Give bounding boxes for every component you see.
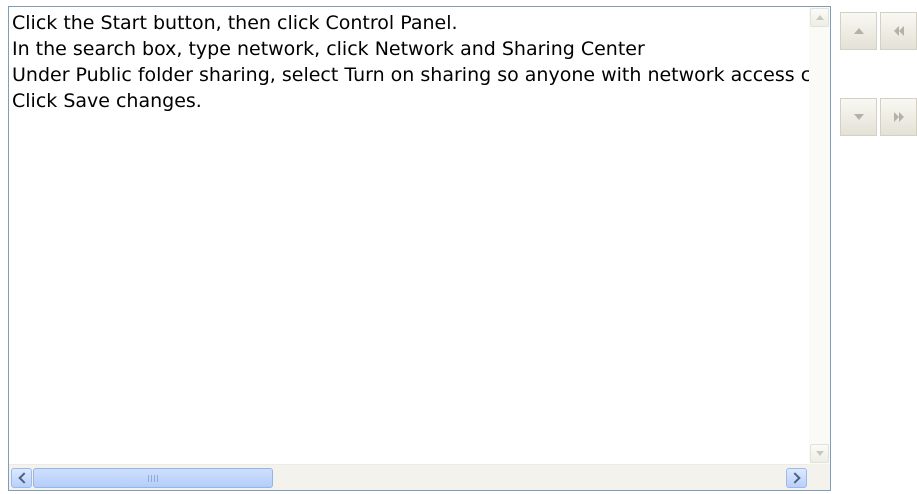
triangle-down-icon — [815, 451, 824, 456]
scrollbar-corner — [809, 464, 830, 490]
chevron-right-icon — [788, 472, 801, 484]
chevron-left-icon — [17, 472, 30, 484]
move-to-bottom-button[interactable] — [880, 98, 917, 136]
list-item[interactable]: Click Save changes. — [9, 88, 809, 114]
steps-list-box[interactable]: Click the Start button, then click Contr… — [8, 6, 831, 491]
triangle-down-icon — [853, 114, 864, 120]
grip-icon — [148, 474, 158, 482]
list-item[interactable]: Click the Start button, then click Contr… — [9, 10, 809, 36]
triangle-up-icon — [815, 15, 824, 20]
list-item[interactable]: In the search box, type network, click N… — [9, 36, 809, 62]
list-item[interactable]: Under Public folder sharing, select Turn… — [9, 62, 809, 88]
double-left-arrow-icon — [893, 26, 904, 36]
triangle-up-icon — [853, 28, 864, 34]
scroll-right-button[interactable] — [786, 468, 807, 488]
horizontal-scroll-thumb[interactable] — [33, 468, 273, 488]
horizontal-scrollbar[interactable] — [9, 464, 809, 490]
scroll-left-button[interactable] — [11, 468, 32, 488]
move-down-button[interactable] — [840, 98, 877, 136]
move-to-top-button[interactable] — [880, 12, 917, 50]
scroll-down-button[interactable] — [810, 444, 829, 463]
double-right-arrow-icon — [893, 112, 904, 122]
vertical-scrollbar[interactable] — [809, 7, 830, 464]
list-content: Click the Start button, then click Contr… — [9, 7, 809, 464]
scroll-up-button[interactable] — [810, 8, 829, 27]
move-up-button[interactable] — [840, 12, 877, 50]
